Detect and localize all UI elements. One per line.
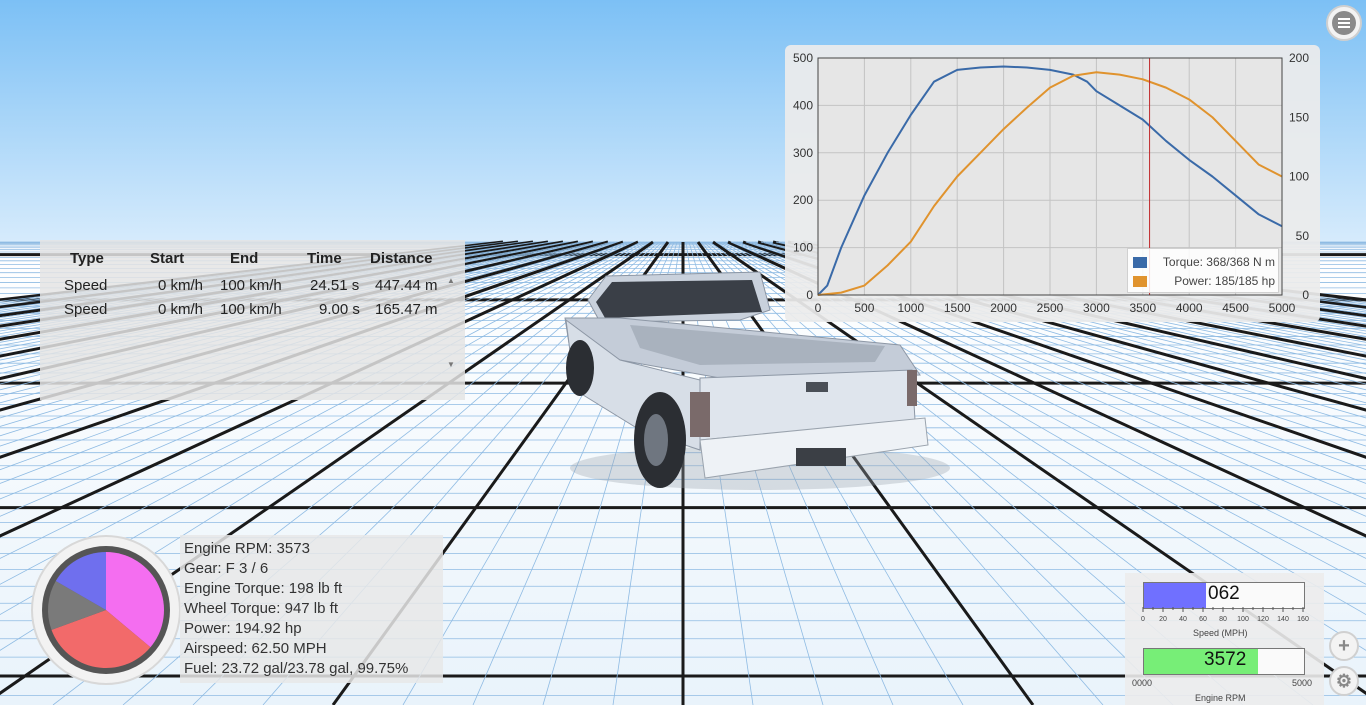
engine-torque-text: Engine Torque: 198 lb ft — [184, 580, 343, 597]
col-header-type: Type — [70, 250, 104, 267]
y-right-tick-label: 100 — [1289, 170, 1309, 184]
cell-start: 0 km/h — [158, 277, 204, 294]
y-left-tick-label: 300 — [793, 146, 813, 160]
cell-type: Speed — [64, 277, 108, 294]
rpm-bar: 3572 — [1143, 648, 1305, 675]
y-left-tick-label: 500 — [793, 51, 813, 65]
y-left-tick-label: 100 — [793, 241, 813, 255]
x-tick-label: 2000 — [990, 301, 1017, 315]
rpm-max-label: 5000 — [1292, 678, 1313, 688]
airspeed-text: Airspeed: 62.50 MPH — [184, 640, 327, 657]
wheel-torque-text: Wheel Torque: 947 lb ft — [184, 600, 338, 617]
plus-icon: + — [1338, 634, 1350, 657]
speed-tick-label: 20 — [1159, 616, 1167, 623]
torque-curve-panel[interactable]: 0 500 1000 1500 2000 2500 3000 3500 4000 4500 5000… — [785, 45, 1320, 322]
cell-time: 9.00 s — [319, 301, 360, 318]
speedometer-panel: 062 0 20 40 60 80 100 120 140 160 Speed (MPH) 35… — [1125, 573, 1324, 705]
speed-ticks: 0 20 40 60 80 100 120 140 160 — [1141, 607, 1309, 623]
y-right-tick-label: 200 — [1289, 51, 1309, 65]
speed-tick-label: 60 — [1199, 616, 1207, 623]
speed-value: 062 — [1208, 583, 1240, 604]
scroll-down-arrow-icon[interactable]: ▼ — [447, 360, 455, 369]
speed-label: Speed (MPH) — [1193, 628, 1248, 638]
gear-icon: ⚙ — [1335, 670, 1353, 691]
x-tick-label: 3000 — [1083, 301, 1110, 315]
x-tick-label: 1500 — [944, 301, 971, 315]
legend-label-torque: Torque: 368/368 N m — [1162, 255, 1275, 269]
gear-text: Gear: F 3 / 6 — [184, 560, 269, 577]
x-tick-label: 1000 — [897, 301, 924, 315]
y-right-tick-label: 150 — [1289, 110, 1309, 124]
col-header-start: Start — [150, 250, 185, 267]
acceleration-times-panel[interactable]: Type Start End Time Distance Speed 0 km/… — [40, 240, 465, 400]
hamburger-menu-icon — [1332, 11, 1356, 35]
table-scrollbar[interactable]: ▲ ▼ — [445, 274, 459, 370]
add-app-button[interactable]: + — [1329, 631, 1359, 661]
speed-tick-label: 80 — [1219, 616, 1227, 623]
main-menu-button[interactable] — [1326, 5, 1362, 41]
speed-tick-label: 100 — [1237, 616, 1249, 623]
x-tick-label: 500 — [854, 301, 874, 315]
speed-tick-label: 140 — [1277, 616, 1289, 623]
power-text: Power: 194.92 hp — [184, 620, 302, 637]
engine-info-panel: Engine RPM: 3573 Gear: F 3 / 6 Engine To… — [180, 535, 443, 683]
x-tick-label: 0 — [815, 301, 822, 315]
chart-legend: Torque: 368/368 N m Power: 185/185 hp — [1127, 248, 1279, 293]
engine-gauge — [31, 535, 181, 685]
scroll-up-arrow-icon[interactable]: ▲ — [447, 276, 455, 285]
table-row[interactable]: Speed 0 km/h 100 km/h 24.51 s 447.44 m — [40, 275, 450, 299]
rpm-min-label: 0000 — [1132, 678, 1153, 688]
table-row[interactable]: Speed 0 km/h 100 km/h 9.00 s 165.47 m — [40, 299, 450, 323]
legend-label-power: Power: 185/185 hp — [1174, 274, 1275, 288]
table-header: Type Start End Time Distance — [40, 248, 450, 272]
speed-bar-fill — [1144, 583, 1206, 608]
cell-distance: 447.44 m — [375, 277, 438, 294]
legend-item-power: Power: 185/185 hp — [1133, 273, 1275, 289]
col-header-end: End — [230, 250, 259, 267]
fuel-text: Fuel: 23.72 gal/23.78 gal, 99.75% — [184, 660, 409, 677]
cell-time: 24.51 s — [310, 277, 360, 294]
x-tick-label: 5000 — [1269, 301, 1296, 315]
x-tick-label: 3500 — [1129, 301, 1156, 315]
legend-item-torque: Torque: 368/368 N m — [1133, 254, 1275, 270]
cell-distance: 165.47 m — [375, 301, 438, 318]
legend-swatch-torque — [1133, 256, 1147, 268]
cell-type: Speed — [64, 301, 108, 318]
col-header-distance: Distance — [370, 250, 433, 267]
cell-end: 100 km/h — [220, 277, 282, 294]
legend-swatch-power — [1133, 275, 1147, 287]
rpm-value: 3572 — [1204, 649, 1247, 670]
y-right-tick-label: 0 — [1302, 288, 1309, 302]
speed-tick-label: 120 — [1257, 616, 1269, 623]
x-tick-label: 2500 — [1037, 301, 1064, 315]
y-left-tick-label: 400 — [793, 98, 813, 112]
gauge-slices — [47, 552, 165, 668]
cell-end: 100 km/h — [220, 301, 282, 318]
x-tick-label: 4500 — [1222, 301, 1249, 315]
speed-tick-label: 40 — [1179, 616, 1187, 623]
y-left-tick-label: 0 — [806, 288, 813, 302]
speed-tick-label: 160 — [1297, 616, 1309, 623]
col-header-time: Time — [307, 250, 342, 267]
speed-tick-label: 0 — [1141, 616, 1145, 623]
cell-start: 0 km/h — [158, 301, 204, 318]
y-right-tick-label: 50 — [1296, 229, 1310, 243]
engine-rpm-text: Engine RPM: 3573 — [184, 540, 310, 557]
settings-button[interactable]: ⚙ — [1329, 666, 1359, 696]
y-left-tick-label: 200 — [793, 193, 813, 207]
speed-bar: 062 — [1143, 582, 1305, 609]
rpm-label: Engine RPM — [1195, 693, 1246, 703]
x-tick-label: 4000 — [1176, 301, 1203, 315]
